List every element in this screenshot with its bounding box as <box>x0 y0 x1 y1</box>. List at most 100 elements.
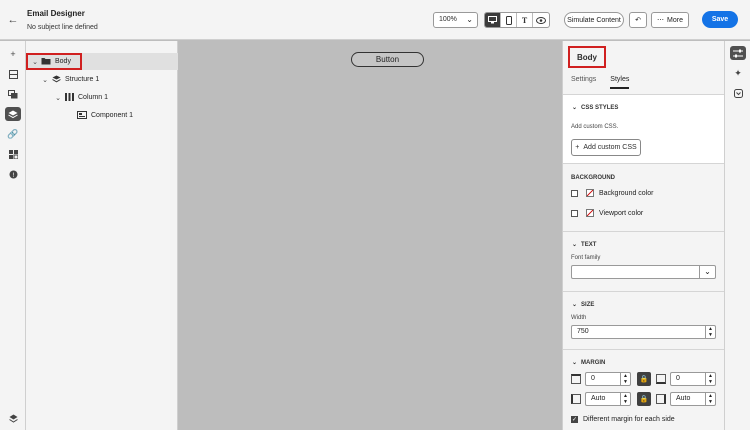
preview-mode-group: T <box>484 12 550 28</box>
margin-top-stepper[interactable]: ▲ ▼ <box>620 372 630 386</box>
text-view-icon[interactable]: T <box>517 13 533 27</box>
background-heading: BACKGROUND <box>571 175 615 181</box>
components-icon[interactable] <box>5 147 21 161</box>
margin-left-input[interactable]: Auto ▲ ▼ <box>585 392 631 406</box>
margin-right-icon <box>656 394 666 404</box>
css-styles-section: ⌄ CSS STYLES Add custom CSS. + Add custo… <box>563 94 724 164</box>
font-family-label: Font family <box>571 255 601 261</box>
different-margin-label: Different margin for each side <box>583 416 675 423</box>
link-icon[interactable]: 🔗 <box>5 127 21 141</box>
css-styles-header[interactable]: ⌄ CSS STYLES <box>572 104 618 112</box>
email-canvas[interactable]: Button <box>178 41 562 430</box>
add-css-label: Add custom CSS <box>583 144 637 151</box>
different-margin-row[interactable]: ✓ Different margin for each side <box>571 416 675 423</box>
no-color-swatch-icon[interactable] <box>586 189 594 197</box>
text-header[interactable]: ⌄ TEXT <box>572 241 597 249</box>
viewport-color-checkbox[interactable] <box>571 209 578 217</box>
background-color-checkbox[interactable] <box>571 189 578 197</box>
margin-right-stepper[interactable]: ▲ ▼ <box>705 392 715 406</box>
fragments-icon[interactable] <box>5 67 21 81</box>
structure-tree: ⌄ Body ⌄ Structure 1 ⌄ Column 1 Componen… <box>26 41 178 430</box>
lock-icon[interactable]: 🔒 <box>637 372 651 386</box>
viewport-color-label: Viewport color <box>599 209 644 217</box>
margin-left-icon <box>571 394 581 404</box>
width-value: 750 <box>577 328 589 335</box>
background-color-row[interactable]: Background color <box>571 189 653 197</box>
undo-icon[interactable]: ↶ <box>629 12 647 28</box>
subject-line-status: No subject line defined <box>27 24 98 31</box>
layers-icon[interactable] <box>5 107 21 121</box>
margin-section: ⌄ MARGIN 0 ▲ ▼ 🔒 0 ▲ ▼ Auto ▲ ▼ 🔒 Auto ▲ ▼ ✓… <box>563 349 724 430</box>
margin-left-stepper[interactable]: ▲ ▼ <box>620 392 630 406</box>
add-icon[interactable]: + <box>5 47 21 61</box>
properties-panel: Body Settings Styles ⌄ CSS STYLES Add cu… <box>562 41 724 430</box>
tree-item-structure[interactable]: ⌄ Structure 1 <box>26 71 178 88</box>
chevron-down-icon[interactable]: ⌄ <box>40 76 50 84</box>
email-button-component[interactable]: Button <box>351 52 424 67</box>
section-heading: MARGIN <box>581 359 606 366</box>
margin-top-input[interactable]: 0 ▲ ▼ <box>585 372 631 386</box>
personalization-icon[interactable]: ! <box>5 167 21 181</box>
svg-text:!: ! <box>12 172 14 179</box>
size-section: ⌄ SIZE Width 750 ▲ ▼ <box>563 291 724 349</box>
more-button[interactable]: ⋯ More <box>651 12 689 28</box>
simulate-content-button[interactable]: Simulate Content <box>564 12 624 28</box>
chevron-down-icon: ⌄ <box>572 242 578 248</box>
margin-top-icon <box>571 374 581 384</box>
margin-right-input[interactable]: Auto ▲ ▼ <box>670 392 716 406</box>
tree-item-component[interactable]: Component 1 <box>26 107 178 124</box>
tree-item-column[interactable]: ⌄ Column 1 <box>26 89 178 106</box>
left-tool-rail: + 🔗 ! <box>0 41 26 430</box>
zoom-select[interactable]: 100% ⌄ <box>433 12 478 28</box>
assets-icon[interactable] <box>5 87 21 101</box>
margin-bottom-input[interactable]: 0 ▲ ▼ <box>670 372 716 386</box>
eye-preview-icon[interactable] <box>533 13 549 27</box>
sliders-icon[interactable] <box>730 46 746 60</box>
margin-header[interactable]: ⌄ MARGIN <box>572 359 606 367</box>
section-heading: TEXT <box>581 241 597 248</box>
tab-styles[interactable]: Styles <box>610 76 630 89</box>
chevron-down-icon[interactable]: ⌄ <box>53 94 63 102</box>
tree-item-label: Structure 1 <box>65 76 100 83</box>
different-margin-checkbox[interactable]: ✓ <box>571 416 578 423</box>
panel-tabs: Settings Styles <box>571 76 630 89</box>
margin-left-value: Auto <box>591 395 606 402</box>
width-input[interactable]: 750 ▲ ▼ <box>571 325 716 339</box>
margin-right-value: Auto <box>676 395 691 402</box>
pin-icon[interactable]: ✦ <box>730 66 746 80</box>
conditional-content-icon[interactable] <box>730 86 746 100</box>
text-section: ⌄ TEXT Font family ⌄ <box>563 231 724 291</box>
desktop-view-icon[interactable] <box>485 13 501 27</box>
chevron-down-icon[interactable]: ⌄ <box>699 265 715 279</box>
chevron-down-icon: ⌄ <box>572 302 578 308</box>
margin-bottom-stepper[interactable]: ▲ ▼ <box>705 372 715 386</box>
add-custom-css-button[interactable]: + Add custom CSS <box>571 139 641 156</box>
chevron-down-icon: ⌄ <box>572 360 578 366</box>
tab-settings[interactable]: Settings <box>571 76 596 89</box>
plus-icon: + <box>575 144 580 151</box>
margin-bottom-value: 0 <box>676 375 680 382</box>
back-arrow-icon[interactable]: ← <box>7 14 19 26</box>
chevron-down-icon: ⌄ <box>572 105 578 111</box>
lock-icon[interactable]: 🔒 <box>637 392 651 406</box>
mobile-view-icon[interactable] <box>501 13 517 27</box>
tree-item-label: Component 1 <box>91 112 134 119</box>
app-title: Email Designer <box>27 9 85 18</box>
chevron-down-icon: ⌄ <box>466 15 473 24</box>
no-color-swatch-icon[interactable] <box>586 209 594 217</box>
width-label: Width <box>571 315 587 321</box>
margin-top-value: 0 <box>591 375 595 382</box>
save-button[interactable]: Save <box>702 11 738 28</box>
right-tool-rail: ✦ <box>724 41 750 430</box>
tree-item-label: Column 1 <box>78 94 108 101</box>
panel-title: Body <box>568 46 606 68</box>
font-family-select[interactable]: ⌄ <box>571 265 716 279</box>
width-stepper[interactable]: ▲ ▼ <box>705 325 715 339</box>
section-heading: SIZE <box>581 301 595 308</box>
size-header[interactable]: ⌄ SIZE <box>572 301 595 309</box>
top-bar: ← Email Designer No subject line defined… <box>0 0 750 40</box>
css-hint: Add custom CSS. <box>571 124 619 130</box>
component-icon <box>76 110 88 121</box>
help-layers-icon[interactable] <box>5 411 21 425</box>
viewport-color-row[interactable]: Viewport color <box>571 209 643 217</box>
